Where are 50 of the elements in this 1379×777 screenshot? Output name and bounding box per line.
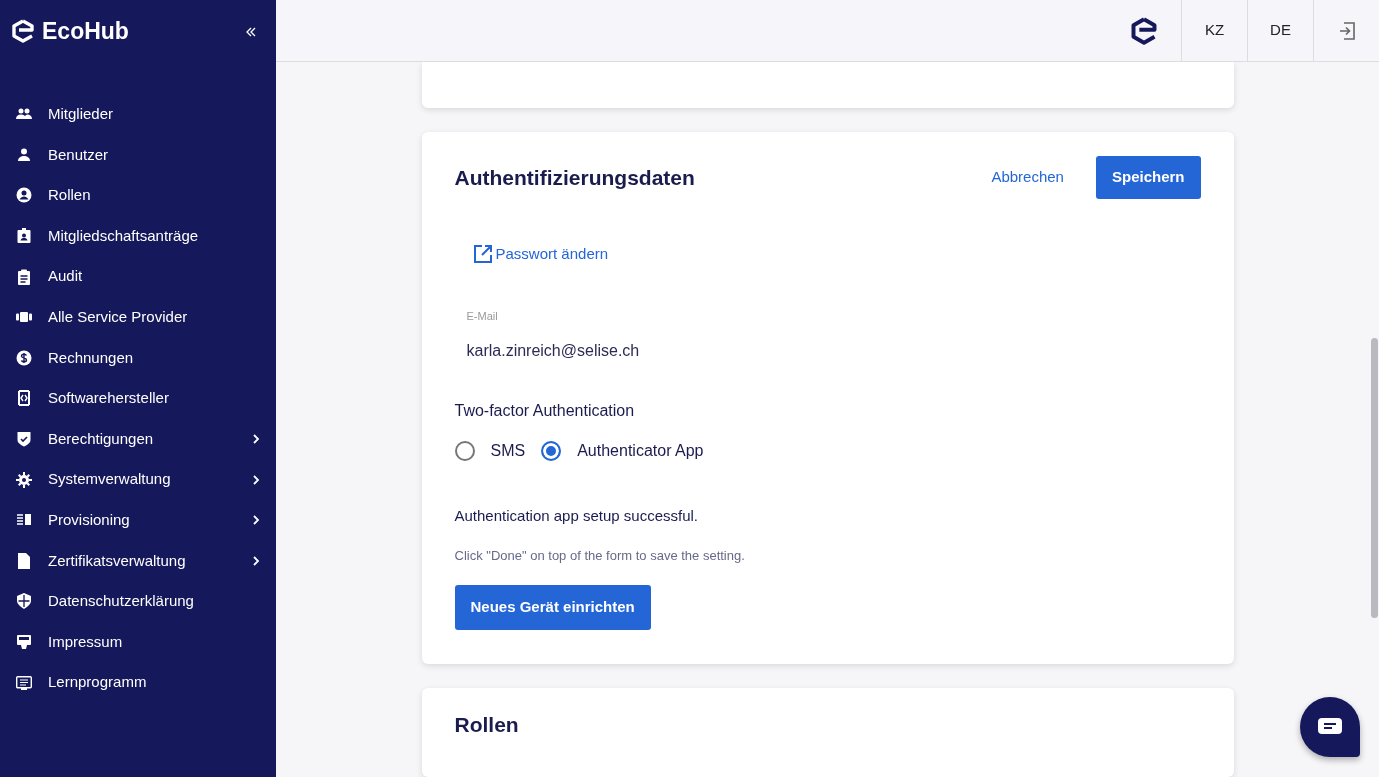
document-icon [16,552,32,569]
sidebar-item[interactable]: Lernprogramm [0,662,276,703]
dollar-coin-icon [16,349,32,366]
sidebar-item[interactable]: Audit [0,256,276,297]
sidebar-item[interactable]: Rollen [0,175,276,216]
account-circle-icon [16,187,32,204]
sidebar-item[interactable]: Rechnungen [0,337,276,379]
monitor-icon [16,634,32,650]
sidebar-item[interactable]: Provisioning [0,499,276,541]
radio-label: Authenticator App [577,441,704,462]
radio-button[interactable] [541,441,562,462]
sidebar-item[interactable]: Zertifikatsverwaltung [0,540,276,582]
field-label: Two-factor Authentication [454,401,636,422]
gear-icon [16,471,32,488]
sidebar-item[interactable]: Softwarehersteller [0,378,276,419]
logo-icon [12,19,34,43]
sidebar-item[interactable]: Mitglieder [0,94,276,135]
person-icon [16,146,32,163]
code-box-icon [16,390,32,407]
clipboard-icon [16,268,32,285]
sidebar-item[interactable]: Systemverwaltung [0,459,276,500]
radio-label: SMS [490,441,526,462]
sidebar-item[interactable]: Mitgliedschaftsanträge [0,215,276,257]
card-title: Rollen [454,711,520,737]
card-title: Authentifizierungsdaten [454,164,696,191]
sidebar-item[interactable]: Alle Service Provider [0,296,276,338]
chat-icon [1317,717,1343,737]
save-button[interactable]: Speichern [1095,156,1201,199]
brand-name: EcoHub [42,16,130,46]
double-chevron-left-icon [245,25,257,38]
language-button[interactable]: DE [1247,0,1313,61]
sidebar-item[interactable]: Berechtigungen [0,418,276,460]
chat-button[interactable] [1300,697,1360,757]
shield-icon [16,593,32,610]
setup-device-button[interactable]: Neues Gerät einrichten [454,585,651,630]
badge-icon [16,228,32,245]
sidebar-item[interactable]: Impressum [0,621,276,663]
external-link-icon [472,244,493,265]
hint-text: Click "Done" on top of the form to save the setting. [454,546,746,565]
change-password-link[interactable]: Passwort ändern [472,242,609,266]
logo-icon [1131,16,1157,45]
status-message: Authentication app setup successful. [454,506,699,527]
scrollbar-thumb[interactable] [1371,338,1378,618]
sidebar-item[interactable]: Benutzer [0,134,276,176]
shield-check-icon [16,431,32,448]
sidebar-item[interactable]: Datenschutzerklärung [0,581,276,622]
chat-box-icon [16,674,32,691]
cancel-link[interactable]: Abbrechen [991,166,1072,189]
radio-button[interactable] [454,441,475,462]
language-button[interactable]: KZ [1181,0,1247,61]
